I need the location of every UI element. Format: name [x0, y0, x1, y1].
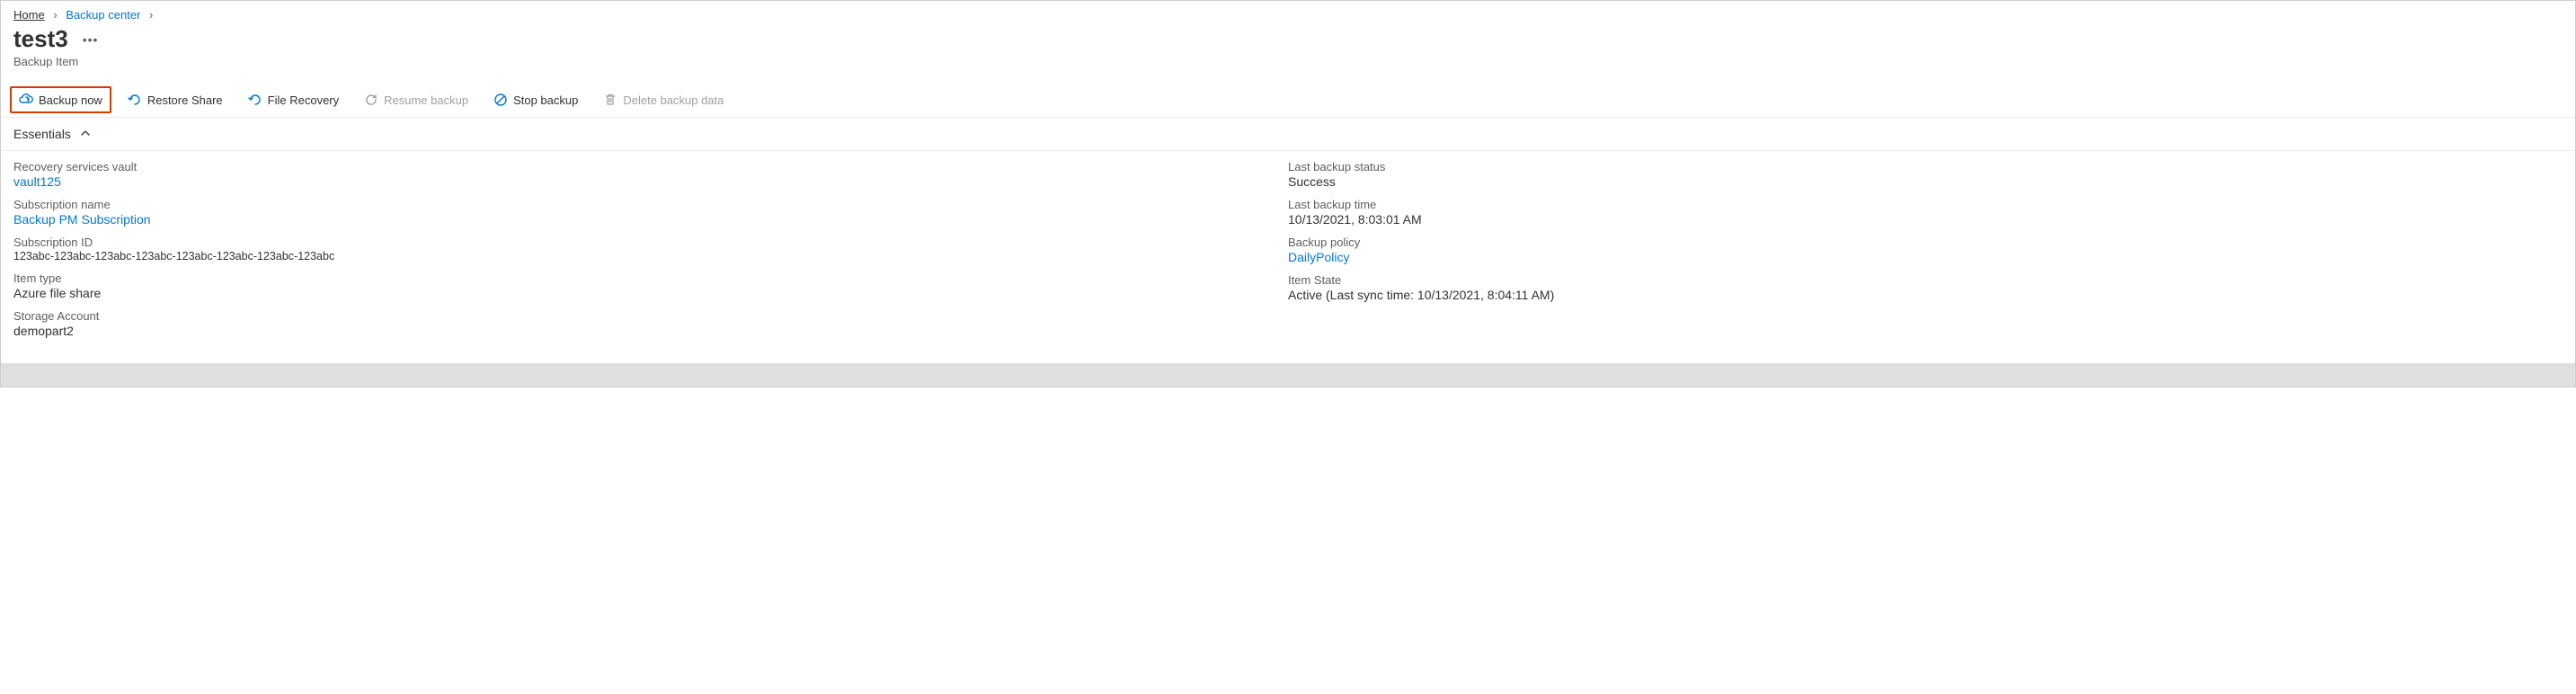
- toolbar-label: Stop backup: [513, 93, 578, 107]
- toolbar-label: Restore Share: [147, 93, 223, 107]
- breadcrumb-sep-icon: ›: [149, 8, 153, 22]
- essentials-panel: Recovery services vault vault125 Subscri…: [1, 151, 2575, 363]
- page-subtitle: Backup Item: [1, 55, 2575, 83]
- essentials-toggle[interactable]: Essentials: [1, 118, 2575, 151]
- backup-now-button[interactable]: Backup now: [10, 86, 111, 113]
- essentials-label: Essentials: [13, 127, 71, 141]
- storage-account-value: demopart2: [13, 324, 1288, 338]
- restore-share-button[interactable]: Restore Share: [119, 86, 232, 113]
- subscription-name-label: Subscription name: [13, 198, 1288, 211]
- last-backup-time-label: Last backup time: [1288, 198, 2563, 211]
- breadcrumb-backup-center[interactable]: Backup center: [66, 8, 140, 22]
- restore-icon: [128, 93, 142, 107]
- subscription-name-value[interactable]: Backup PM Subscription: [13, 212, 1288, 227]
- refresh-icon: [364, 93, 378, 107]
- recovery-vault-label: Recovery services vault: [13, 160, 1288, 174]
- backup-policy-label: Backup policy: [1288, 236, 2563, 249]
- chevron-up-icon: [80, 127, 91, 141]
- details-left-col: Recovery services vault vault125 Subscri…: [13, 160, 1288, 347]
- last-backup-status-value: Success: [1288, 174, 2563, 189]
- recovery-vault-value[interactable]: vault125: [13, 174, 1288, 189]
- trash-icon: [603, 93, 617, 107]
- item-type-value: Azure file share: [13, 286, 1288, 300]
- breadcrumb-home[interactable]: Home: [13, 8, 45, 22]
- backup-cloud-icon: [19, 93, 33, 107]
- item-type-label: Item type: [13, 271, 1288, 285]
- restore-icon: [248, 93, 262, 107]
- toolbar-label: Delete backup data: [623, 93, 724, 107]
- footer-bar: [1, 363, 2575, 387]
- backup-policy-value[interactable]: DailyPolicy: [1288, 250, 2563, 264]
- page-title: test3: [13, 25, 68, 53]
- more-actions-button[interactable]: •••: [83, 32, 99, 47]
- breadcrumb-sep-icon: ›: [53, 8, 57, 22]
- file-recovery-button[interactable]: File Recovery: [239, 86, 348, 113]
- item-state-label: Item State: [1288, 273, 2563, 287]
- item-state-value: Active (Last sync time: 10/13/2021, 8:04…: [1288, 288, 2563, 302]
- toolbar-label: Resume backup: [384, 93, 468, 107]
- breadcrumb: Home › Backup center ›: [1, 1, 2575, 25]
- subscription-id-label: Subscription ID: [13, 236, 1288, 249]
- last-backup-status-label: Last backup status: [1288, 160, 2563, 174]
- last-backup-time-value: 10/13/2021, 8:03:01 AM: [1288, 212, 2563, 227]
- details-right-col: Last backup status Success Last backup t…: [1288, 160, 2563, 347]
- delete-backup-button: Delete backup data: [594, 86, 733, 113]
- storage-account-label: Storage Account: [13, 309, 1288, 323]
- subscription-id-value: 123abc-123abc-123abc-123abc-123abc-123ab…: [13, 250, 1288, 262]
- stop-icon: [493, 93, 508, 107]
- stop-backup-button[interactable]: Stop backup: [484, 86, 587, 113]
- toolbar-label: File Recovery: [268, 93, 339, 107]
- toolbar-label: Backup now: [39, 93, 102, 107]
- resume-backup-button: Resume backup: [355, 86, 477, 113]
- command-bar: Backup now Restore Share File Recovery R…: [1, 83, 2575, 118]
